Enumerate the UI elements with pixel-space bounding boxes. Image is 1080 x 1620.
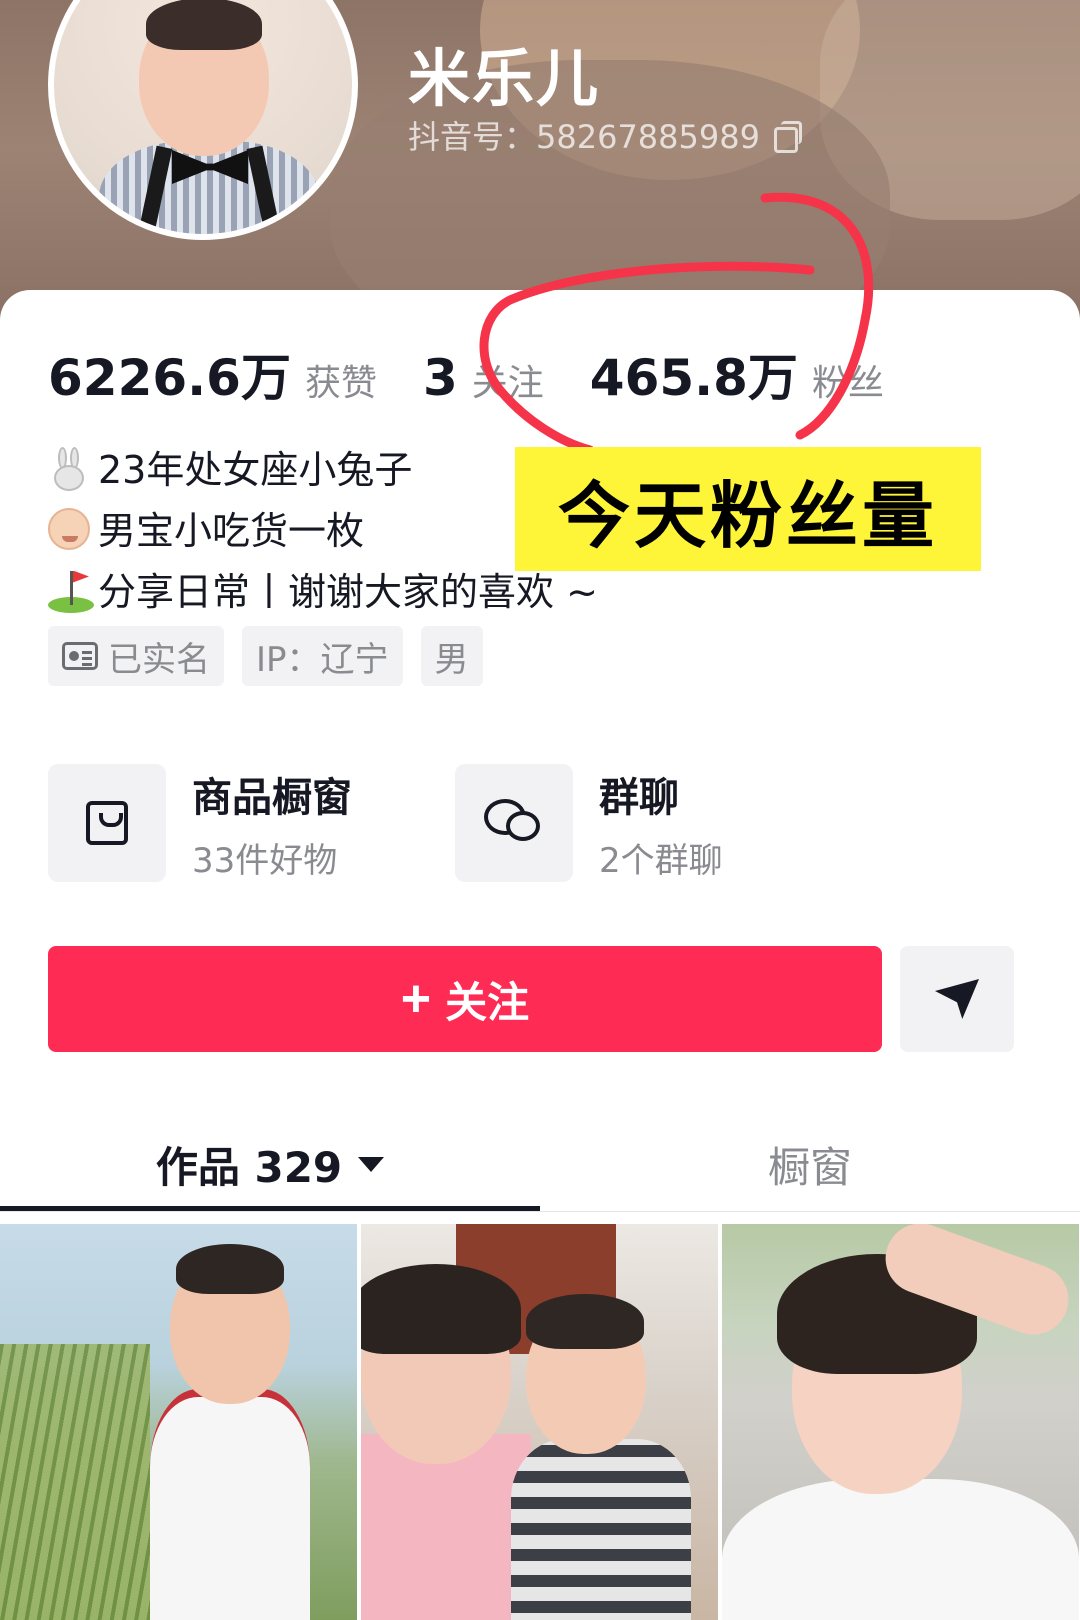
tab-showcase[interactable]: 橱窗	[540, 1116, 1080, 1212]
tag-verified-label: 已实名	[108, 639, 210, 680]
tag-gender: 男	[420, 626, 483, 686]
avatar-hair	[146, 0, 262, 50]
tag-ip-label: IP：辽宁	[256, 639, 389, 680]
tag-verified[interactable]: 已实名	[48, 626, 224, 686]
stat-likes-label: 获赞	[304, 363, 377, 404]
bio-text: 23年处女座小兔子	[98, 448, 413, 492]
tag-ip-location: IP：辽宁	[242, 626, 403, 686]
golf-flag-icon	[48, 569, 96, 617]
thumb-grass	[0, 1344, 150, 1620]
video-thumbnail[interactable]	[361, 1224, 718, 1620]
thumb-mother-hair	[361, 1264, 521, 1354]
id-card-icon	[62, 642, 98, 670]
tab-divider	[0, 1211, 1080, 1212]
dropdown-triangle-icon[interactable]	[358, 1156, 385, 1172]
video-thumbnail[interactable]	[0, 1224, 357, 1620]
video-thumbnail[interactable]	[722, 1224, 1079, 1620]
shop-entry-subtitle: 33件好物	[192, 840, 338, 881]
thumb-child-body	[150, 1389, 310, 1620]
tab-works-label: 作品 329	[155, 1142, 343, 1192]
thumb-woman-shirt	[722, 1479, 1079, 1620]
annotation-label: 今天粉丝量	[515, 447, 981, 571]
tab-works[interactable]: 作品 329	[0, 1116, 540, 1212]
shopping-bag-icon	[86, 801, 128, 845]
send-icon	[935, 979, 979, 1019]
bio-text: 分享日常丨谢谢大家的喜欢 ~	[98, 570, 598, 614]
rabbit-icon	[48, 446, 96, 495]
profile-tags: 已实名 IP：辽宁 男	[48, 626, 483, 686]
plus-icon: +	[400, 970, 432, 1028]
douyin-id[interactable]: 抖音号：58267885989	[408, 112, 802, 158]
follow-button-label: 关注	[445, 978, 530, 1026]
feature-entries: 商品橱窗 33件好物 群聊 2个群聊	[48, 764, 862, 882]
stat-following-value: 3	[422, 349, 458, 407]
group-entry-title: 群聊	[599, 774, 679, 821]
shop-entry-title: 商品橱窗	[192, 774, 352, 821]
stat-likes[interactable]: 6226.6万 获赞	[48, 338, 377, 410]
thumb-child-hair	[526, 1294, 644, 1349]
douyin-id-text: 抖音号：58267885989	[408, 118, 760, 156]
baby-icon	[48, 507, 96, 556]
group-icon-box	[455, 764, 573, 882]
chat-bubbles-icon	[484, 799, 544, 847]
group-entry-subtitle: 2个群聊	[599, 840, 723, 881]
shop-icon-box	[48, 764, 166, 882]
group-chat-entry[interactable]: 群聊 2个群聊	[455, 764, 862, 882]
content-tabs: 作品 329 橱窗	[0, 1116, 1080, 1212]
copy-icon[interactable]	[773, 121, 802, 153]
nickname: 米乐儿	[408, 42, 601, 115]
thumb-child-shirt	[511, 1439, 691, 1620]
follow-button[interactable]: + 关注	[48, 946, 882, 1052]
annotation-circle	[479, 192, 874, 455]
bio-line: 分享日常丨谢谢大家的喜欢 ~	[48, 562, 598, 623]
bio-text: 男宝小吃货一枚	[98, 509, 365, 553]
share-button[interactable]	[900, 946, 1014, 1052]
shop-showcase-entry[interactable]: 商品橱窗 33件好物	[48, 764, 455, 882]
stat-likes-value: 6226.6万	[48, 349, 291, 407]
tag-gender-label: 男	[434, 639, 469, 680]
tab-showcase-label: 橱窗	[767, 1142, 852, 1192]
video-grid	[0, 1224, 1080, 1620]
thumb-child-hair	[176, 1244, 284, 1294]
